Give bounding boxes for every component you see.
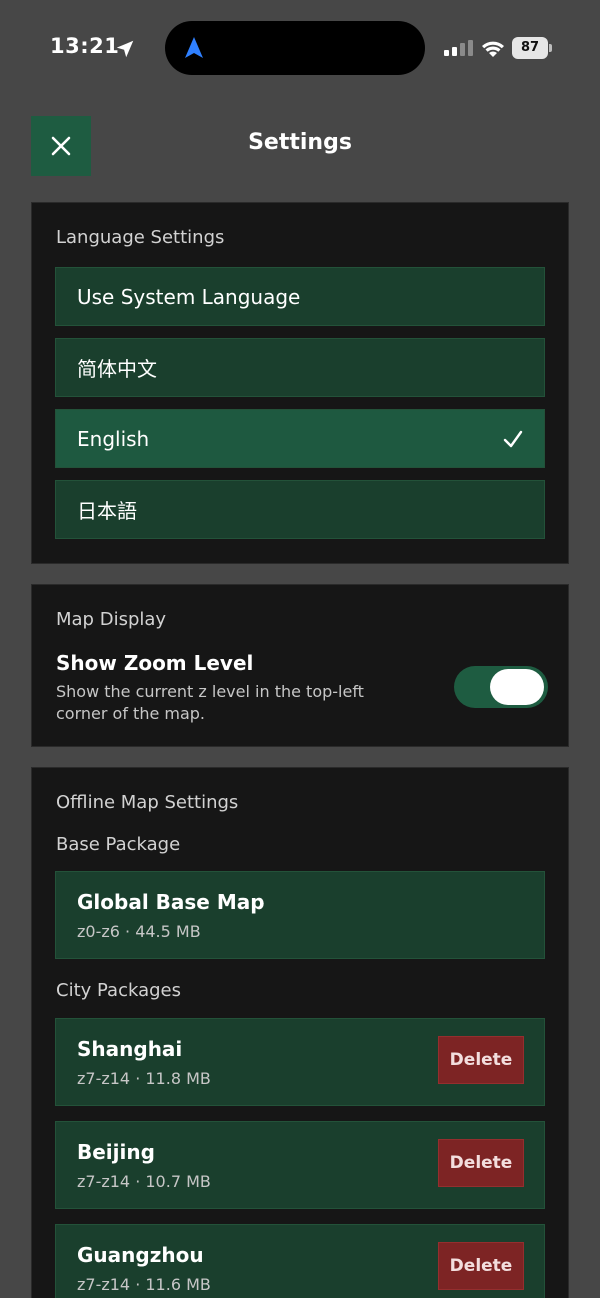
- page-title: Settings: [248, 130, 352, 155]
- language-settings-label: Language Settings: [56, 227, 225, 248]
- show-zoom-level-toggle[interactable]: [454, 666, 548, 708]
- navigation-arrow-icon: [185, 37, 203, 58]
- base-package-label: Base Package: [56, 834, 181, 855]
- city-package-card: Guangzhou z7-z14 · 11.6 MB Delete: [55, 1224, 545, 1298]
- wifi-icon: [482, 41, 504, 57]
- package-meta: z0-z6 · 44.5 MB: [77, 922, 201, 941]
- language-option-label: English: [77, 426, 150, 451]
- show-zoom-level-title: Show Zoom Level: [56, 651, 254, 675]
- show-zoom-level-description: Show the current z level in the top-left…: [56, 682, 364, 723]
- delete-button[interactable]: Delete: [438, 1242, 524, 1290]
- signal-icon: [444, 40, 473, 56]
- language-option-label: 简体中文: [77, 357, 157, 381]
- package-name: Guangzhou: [77, 1243, 204, 1267]
- offline-map-settings-label: Offline Map Settings: [56, 792, 239, 813]
- battery-tip: [549, 44, 552, 52]
- city-package-card: Beijing z7-z14 · 10.7 MB Delete: [55, 1121, 545, 1209]
- city-packages-label: City Packages: [56, 980, 181, 1001]
- offline-map-panel: Offline Map Settings Base Package Global…: [31, 767, 569, 1298]
- settings-screen: 13:21 87 Settings Language Settings Use …: [0, 0, 600, 1298]
- language-option-english[interactable]: English: [55, 409, 545, 468]
- language-option-system[interactable]: Use System Language: [55, 267, 545, 326]
- package-name: Global Base Map: [77, 890, 265, 914]
- map-display-panel: Map Display Show Zoom Level Show the cur…: [31, 584, 569, 747]
- city-package-card: Shanghai z7-z14 · 11.8 MB Delete: [55, 1018, 545, 1106]
- language-settings-panel: Language Settings Use System Language 简体…: [31, 202, 569, 564]
- package-meta: z7-z14 · 11.6 MB: [77, 1275, 211, 1294]
- package-meta: z7-z14 · 11.8 MB: [77, 1069, 211, 1088]
- map-display-label: Map Display: [56, 609, 167, 630]
- dynamic-island: [165, 21, 425, 75]
- base-package-card: Global Base Map z0-z6 · 44.5 MB: [55, 871, 545, 959]
- delete-button[interactable]: Delete: [438, 1139, 524, 1187]
- language-option-japanese[interactable]: 日本語: [55, 480, 545, 539]
- status-time: 13:21: [50, 34, 120, 58]
- checkmark-icon: [503, 430, 523, 448]
- language-option-chinese[interactable]: 简体中文: [55, 338, 545, 397]
- language-option-label: 日本語: [77, 499, 137, 523]
- status-bar: 13:21 87: [0, 0, 600, 100]
- delete-button[interactable]: Delete: [438, 1036, 524, 1084]
- location-arrow-icon: [116, 40, 134, 58]
- package-name: Shanghai: [77, 1037, 183, 1061]
- language-option-label: Use System Language: [77, 284, 301, 309]
- package-name: Beijing: [77, 1140, 155, 1164]
- battery-icon: 87: [512, 37, 552, 59]
- battery-level: 87: [512, 37, 548, 59]
- toggle-knob: [490, 669, 544, 705]
- package-meta: z7-z14 · 10.7 MB: [77, 1172, 211, 1191]
